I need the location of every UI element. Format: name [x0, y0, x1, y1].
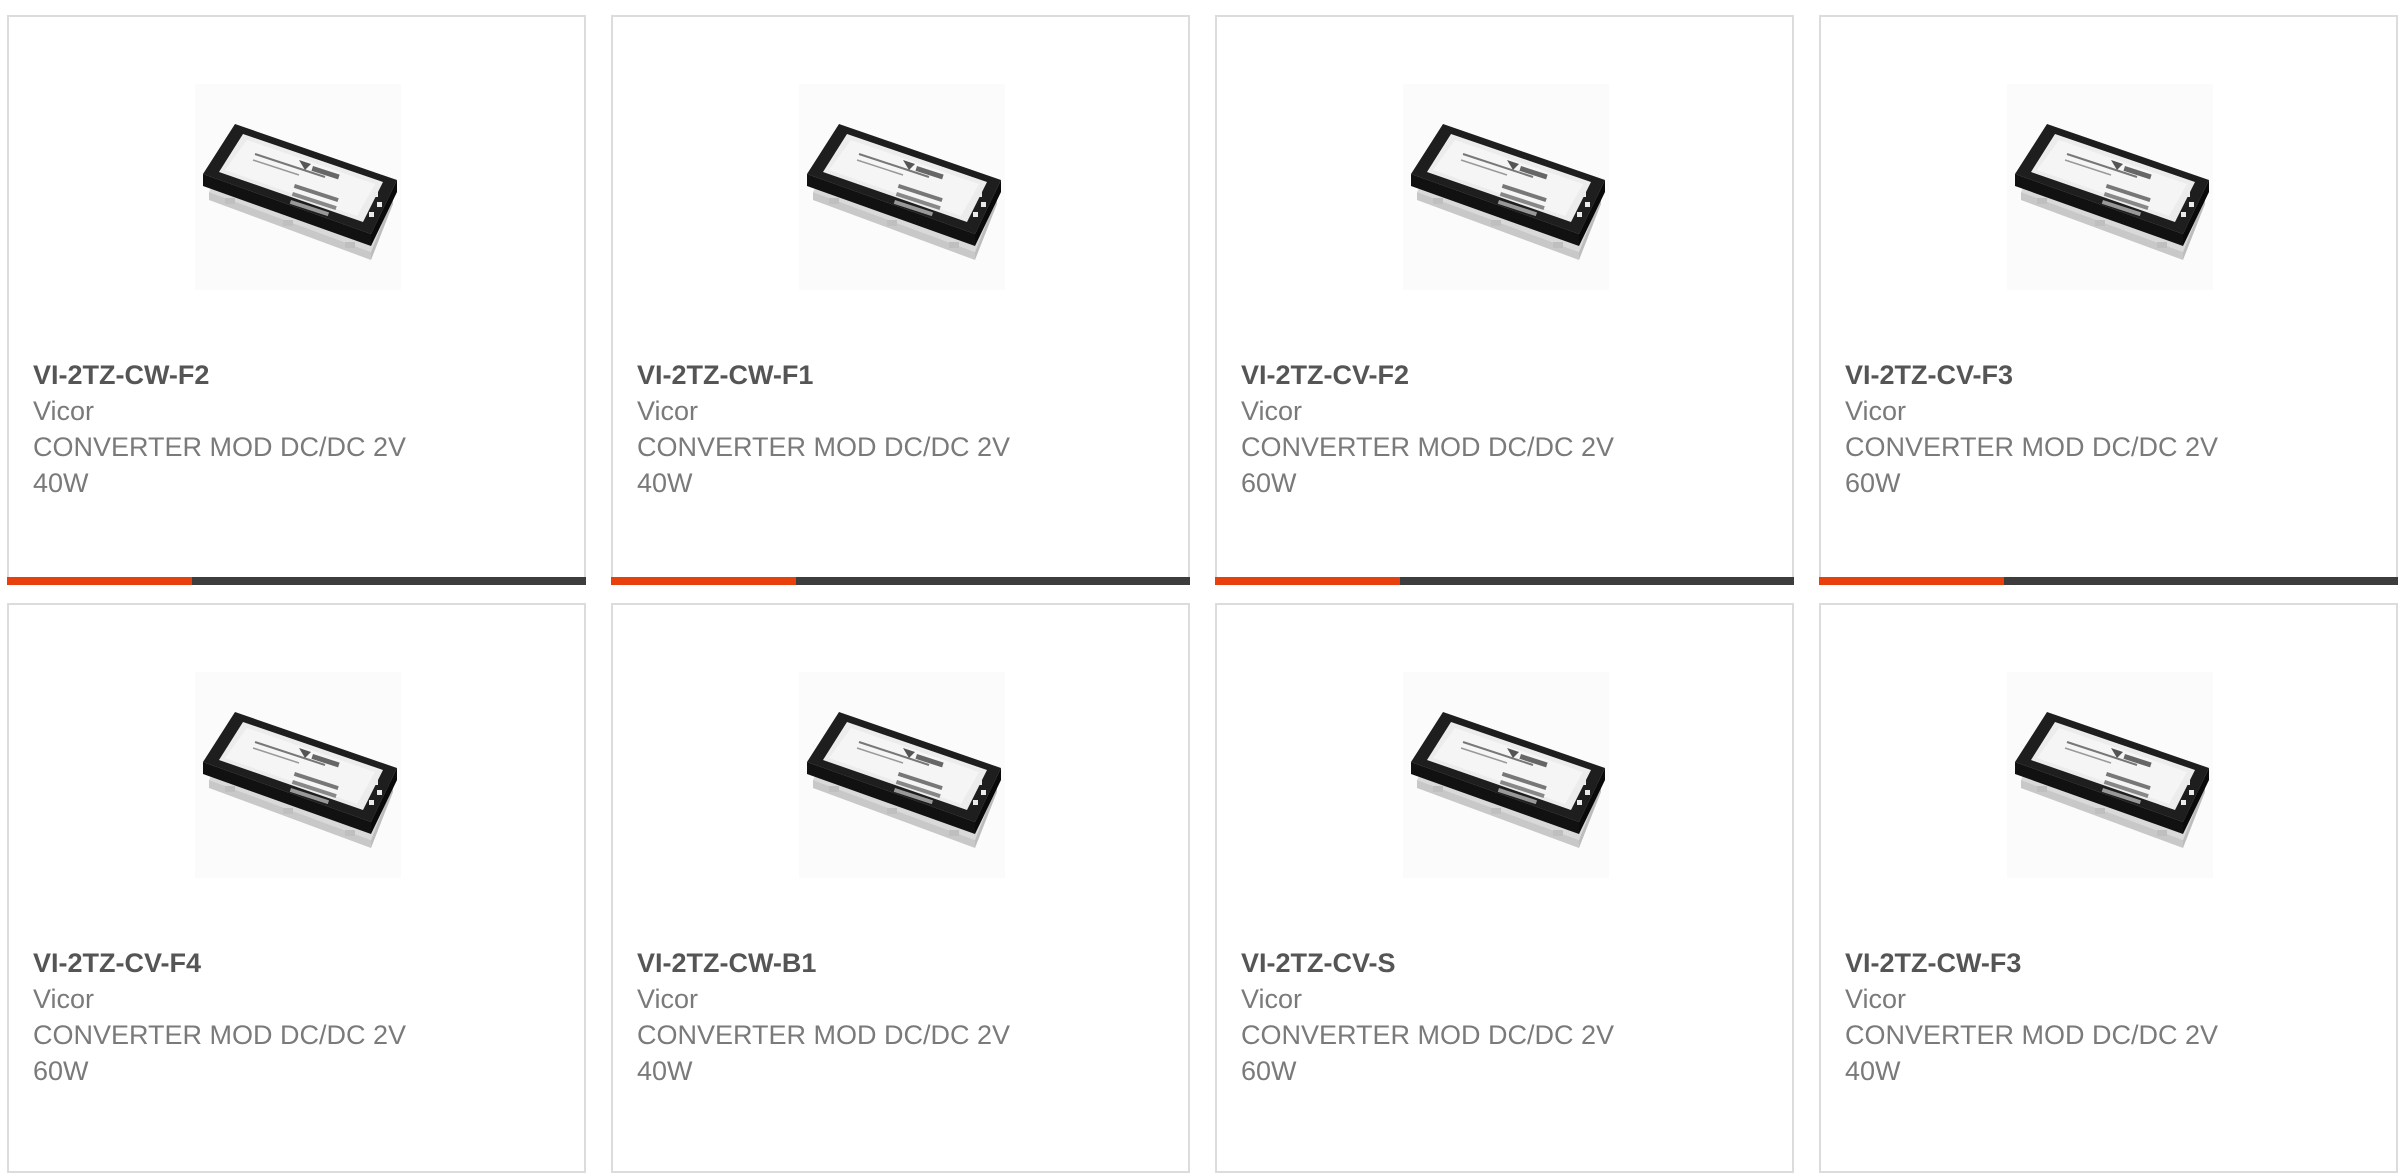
product-card[interactable]: VI-2TZ-CW-B1 Vicor CONVERTER MOD DC/DC 2…	[611, 603, 1190, 1173]
card-progress-bar	[7, 577, 586, 585]
manufacturer-name: Vicor	[637, 984, 699, 1014]
product-description: CONVERTER MOD DC/DC 2V 40W	[637, 432, 1011, 498]
product-info: VI-2TZ-CV-S Vicor CONVERTER MOD DC/DC 2V…	[1241, 945, 1761, 1089]
card-progress-fill	[611, 577, 797, 585]
product-image[interactable]	[195, 672, 401, 878]
part-number-link[interactable]: VI-2TZ-CV-F4	[33, 945, 553, 981]
product-card[interactable]: VI-2TZ-CW-F3 Vicor CONVERTER MOD DC/DC 2…	[1819, 603, 2398, 1173]
product-card[interactable]: VI-2TZ-CV-F4 Vicor CONVERTER MOD DC/DC 2…	[7, 603, 586, 1173]
product-info: VI-2TZ-CW-B1 Vicor CONVERTER MOD DC/DC 2…	[637, 945, 1157, 1089]
part-number-link[interactable]: VI-2TZ-CW-F2	[33, 357, 553, 393]
product-card[interactable]: VI-2TZ-CW-F2 Vicor CONVERTER MOD DC/DC 2…	[7, 15, 586, 585]
part-number-link[interactable]: VI-2TZ-CV-F2	[1241, 357, 1761, 393]
card-progress-bar	[1819, 577, 2398, 585]
manufacturer-name: Vicor	[33, 984, 95, 1014]
product-image[interactable]	[2007, 672, 2213, 878]
product-card[interactable]: VI-2TZ-CV-S Vicor CONVERTER MOD DC/DC 2V…	[1215, 603, 1794, 1173]
converter-module-illustration	[2015, 124, 2209, 260]
product-image[interactable]	[1403, 672, 1609, 878]
product-grid: VI-2TZ-CW-F2 Vicor CONVERTER MOD DC/DC 2…	[7, 15, 2398, 1173]
product-card[interactable]: VI-2TZ-CW-F1 Vicor CONVERTER MOD DC/DC 2…	[611, 15, 1190, 585]
manufacturer-name: Vicor	[1241, 984, 1303, 1014]
converter-module-illustration	[1411, 712, 1605, 848]
product-info: VI-2TZ-CW-F3 Vicor CONVERTER MOD DC/DC 2…	[1845, 945, 2365, 1089]
product-description: CONVERTER MOD DC/DC 2V 60W	[33, 1020, 407, 1086]
card-progress-bar	[611, 577, 1190, 585]
product-description: CONVERTER MOD DC/DC 2V 40W	[33, 432, 407, 498]
manufacturer-name: Vicor	[1845, 396, 1907, 426]
card-progress-fill	[1819, 577, 2005, 585]
part-number-link[interactable]: VI-2TZ-CW-F3	[1845, 945, 2365, 981]
product-description: CONVERTER MOD DC/DC 2V 60W	[1241, 432, 1615, 498]
product-description: CONVERTER MOD DC/DC 2V 40W	[637, 1020, 1011, 1086]
part-number-link[interactable]: VI-2TZ-CV-F3	[1845, 357, 2365, 393]
converter-module-illustration	[203, 712, 397, 848]
product-description: CONVERTER MOD DC/DC 2V 60W	[1845, 432, 2219, 498]
converter-module-illustration	[807, 712, 1001, 848]
product-info: VI-2TZ-CW-F2 Vicor CONVERTER MOD DC/DC 2…	[33, 357, 553, 501]
product-image[interactable]	[799, 672, 1005, 878]
card-progress-fill	[1215, 577, 1401, 585]
product-description: CONVERTER MOD DC/DC 2V 40W	[1845, 1020, 2219, 1086]
product-image[interactable]	[195, 84, 401, 290]
product-image[interactable]	[799, 84, 1005, 290]
manufacturer-name: Vicor	[1845, 984, 1907, 1014]
product-info: VI-2TZ-CV-F4 Vicor CONVERTER MOD DC/DC 2…	[33, 945, 553, 1089]
product-image[interactable]	[1403, 84, 1609, 290]
manufacturer-name: Vicor	[33, 396, 95, 426]
part-number-link[interactable]: VI-2TZ-CV-S	[1241, 945, 1761, 981]
product-info: VI-2TZ-CV-F2 Vicor CONVERTER MOD DC/DC 2…	[1241, 357, 1761, 501]
product-info: VI-2TZ-CV-F3 Vicor CONVERTER MOD DC/DC 2…	[1845, 357, 2365, 501]
converter-module-illustration	[807, 124, 1001, 260]
manufacturer-name: Vicor	[1241, 396, 1303, 426]
converter-module-illustration	[2015, 712, 2209, 848]
product-info: VI-2TZ-CW-F1 Vicor CONVERTER MOD DC/DC 2…	[637, 357, 1157, 501]
card-progress-fill	[7, 577, 193, 585]
converter-module-illustration	[1411, 124, 1605, 260]
manufacturer-name: Vicor	[637, 396, 699, 426]
product-description: CONVERTER MOD DC/DC 2V 60W	[1241, 1020, 1615, 1086]
part-number-link[interactable]: VI-2TZ-CW-F1	[637, 357, 1157, 393]
product-card[interactable]: VI-2TZ-CV-F2 Vicor CONVERTER MOD DC/DC 2…	[1215, 15, 1794, 585]
card-progress-bar	[1215, 577, 1794, 585]
product-image[interactable]	[2007, 84, 2213, 290]
product-card[interactable]: VI-2TZ-CV-F3 Vicor CONVERTER MOD DC/DC 2…	[1819, 15, 2398, 585]
converter-module-illustration	[203, 124, 397, 260]
part-number-link[interactable]: VI-2TZ-CW-B1	[637, 945, 1157, 981]
